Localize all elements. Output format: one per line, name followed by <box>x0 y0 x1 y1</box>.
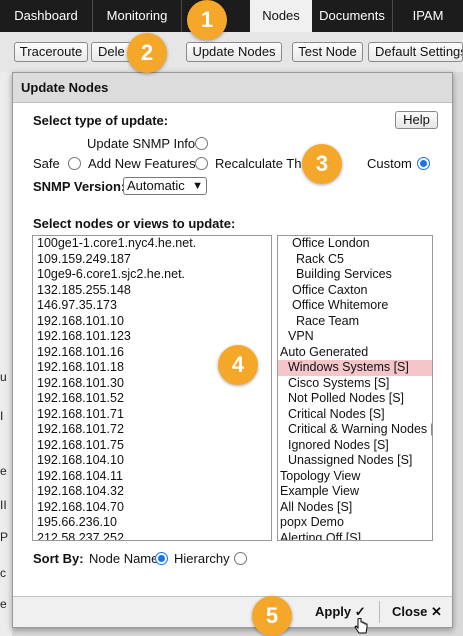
node-list-item[interactable]: 212.58.237.252 <box>33 531 271 541</box>
node-list-item[interactable]: 195.66.236.10 <box>33 515 271 531</box>
node-list-item[interactable]: 192.168.101.75 <box>33 438 271 454</box>
background-text: e <box>0 597 7 611</box>
background-text: II <box>0 498 7 512</box>
view-list-item[interactable]: Alerting Off [S] <box>278 531 432 541</box>
tab-nodes[interactable]: Nodes <box>250 0 312 32</box>
view-list-item[interactable]: Building Services <box>278 267 432 283</box>
view-list-item[interactable]: Ignored Nodes [S] <box>278 438 432 454</box>
node-list-item[interactable]: 100ge1-1.core1.nyc4.he.net. <box>33 236 271 252</box>
default-settings-button[interactable]: Default Settings <box>368 42 463 62</box>
custom-radio[interactable] <box>417 157 430 170</box>
view-list-item[interactable]: Critical & Warning Nodes [S] <box>278 422 432 438</box>
snmp-version-select[interactable]: Automatic ▼ <box>123 177 207 195</box>
background-text: P <box>0 530 9 544</box>
update-nodes-button[interactable]: Update Nodes <box>186 42 282 62</box>
view-list-item[interactable]: Rack C5 <box>278 252 432 268</box>
chevron-down-icon: ▼ <box>192 180 203 192</box>
custom-label: Custom <box>367 156 412 171</box>
node-list-item[interactable]: 192.168.101.10 <box>33 314 271 330</box>
view-list-item[interactable]: Cisco Systems [S] <box>278 376 432 392</box>
node-list-item[interactable]: 192.168.101.123 <box>33 329 271 345</box>
footer-divider <box>379 601 380 623</box>
node-list-item[interactable]: 192.168.101.71 <box>33 407 271 423</box>
help-button[interactable]: Help <box>395 111 438 129</box>
view-list-item[interactable]: Windows Systems [S] <box>278 360 432 376</box>
view-list-item[interactable]: Not Polled Nodes [S] <box>278 391 432 407</box>
view-list-item[interactable]: All Nodes [S] <box>278 500 432 516</box>
dialog-title: Update Nodes <box>13 73 452 103</box>
node-list-item[interactable]: 146.97.35.173 <box>33 298 271 314</box>
node-list-item[interactable]: 192.168.101.72 <box>33 422 271 438</box>
snmp-info-radio[interactable] <box>195 137 208 150</box>
node-list-item[interactable]: 192.168.104.32 <box>33 484 271 500</box>
view-list-item[interactable]: Example View <box>278 484 432 500</box>
safe-radio[interactable] <box>68 157 81 170</box>
background-text: e <box>0 464 7 478</box>
sort-hierarchy-label: Hierarchy <box>174 551 230 566</box>
sort-node-name-radio[interactable] <box>155 552 168 565</box>
view-list-item[interactable]: Race Team <box>278 314 432 330</box>
callout-1: 1 <box>187 0 227 40</box>
view-list-item[interactable]: Critical Nodes [S] <box>278 407 432 423</box>
safe-label: Safe <box>33 156 60 171</box>
callout-4: 4 <box>218 345 258 385</box>
view-list-item[interactable]: popx Demo <box>278 515 432 531</box>
nodes-heading: Select nodes or views to update: <box>33 216 236 231</box>
delete-button[interactable]: Dele <box>91 42 131 62</box>
node-list-item[interactable]: 192.168.104.10 <box>33 453 271 469</box>
dialog-footer: Apply ✓ Close ✕ <box>13 596 452 627</box>
callout-3: 3 <box>302 144 342 184</box>
background-page: u I e II P c e <box>0 72 12 636</box>
view-list-item[interactable]: VPN <box>278 329 432 345</box>
traceroute-button[interactable]: Traceroute <box>14 42 88 62</box>
tab-documents[interactable]: Documents <box>312 0 392 32</box>
view-list-item[interactable]: Topology View <box>278 469 432 485</box>
toolbar: Traceroute Dele Update Nodes Test Node D… <box>0 32 463 72</box>
recalculate-label: Recalculate Thre <box>215 156 314 171</box>
view-list-item[interactable]: Auto Generated <box>278 345 432 361</box>
view-list-item[interactable]: Office Whitemore <box>278 298 432 314</box>
view-list-item[interactable]: Office London <box>278 236 432 252</box>
view-list-item[interactable]: Unassigned Nodes [S] <box>278 453 432 469</box>
top-nav: Dashboard Monitoring Nodes Documents IPA… <box>0 0 463 32</box>
callout-2: 2 <box>127 33 167 73</box>
test-node-button[interactable]: Test Node <box>292 42 363 62</box>
sort-node-name-label: Node Name <box>89 551 159 566</box>
background-text: u <box>0 370 7 384</box>
snmp-version-value: Automatic <box>127 178 185 193</box>
background-text: I <box>0 409 4 423</box>
hand-cursor-icon <box>354 618 368 634</box>
nodes-listbox[interactable]: 100ge1-1.core1.nyc4.he.net. 109.159.249.1… <box>32 235 272 541</box>
sort-by-label: Sort By: <box>33 551 84 566</box>
add-features-radio[interactable] <box>195 157 208 170</box>
node-list-item[interactable]: 192.168.101.52 <box>33 391 271 407</box>
background-text: c <box>0 566 6 580</box>
node-list-item[interactable]: 192.168.104.70 <box>33 500 271 516</box>
tab-ipam[interactable]: IPAM <box>393 0 463 32</box>
node-list-item[interactable]: 109.159.249.187 <box>33 252 271 268</box>
tab-monitoring[interactable]: Monitoring <box>93 0 181 32</box>
views-listbox[interactable]: Office London Rack C5 Building Services Off… <box>277 235 433 541</box>
node-list-item[interactable]: 132.185.255.148 <box>33 283 271 299</box>
snmp-version-label: SNMP Version: <box>33 179 126 194</box>
snmp-info-label: Update SNMP Info <box>87 136 196 151</box>
callout-5: 5 <box>252 596 292 636</box>
close-button[interactable]: Close ✕ <box>392 597 442 627</box>
update-type-heading: Select type of update: <box>33 113 169 128</box>
sort-hierarchy-radio[interactable] <box>234 552 247 565</box>
node-list-item[interactable]: 10ge9-6.core1.sjc2.he.net. <box>33 267 271 283</box>
node-list-item[interactable]: 192.168.104.11 <box>33 469 271 485</box>
tab-dashboard[interactable]: Dashboard <box>0 0 92 32</box>
view-list-item[interactable]: Office Caxton <box>278 283 432 299</box>
add-features-label: Add New Features <box>88 156 196 171</box>
